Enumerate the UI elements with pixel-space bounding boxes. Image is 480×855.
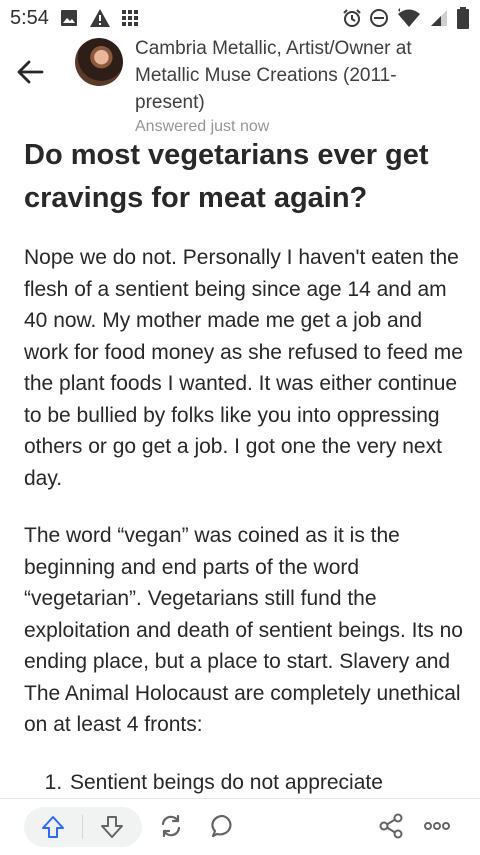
question-title[interactable]: Do most vegetarians ever get cravings fo… (24, 134, 464, 220)
signal-icon (429, 8, 449, 28)
more-button[interactable] (422, 811, 452, 841)
action-bar (0, 798, 480, 855)
status-right (342, 7, 470, 29)
battery-icon (456, 7, 470, 29)
upvote-icon (42, 816, 64, 838)
share-reshare-icon (161, 814, 181, 838)
reshare-button[interactable] (156, 811, 186, 841)
back-arrow-icon (17, 60, 44, 84)
share-icon (379, 813, 403, 839)
more-icon (424, 822, 450, 830)
wifi-icon (396, 8, 422, 28)
downvote-button[interactable] (83, 807, 141, 847)
dnd-icon (369, 8, 389, 28)
back-button[interactable] (14, 56, 46, 88)
status-time: 5:54 (10, 6, 49, 29)
warning-icon (89, 8, 111, 28)
image-icon (59, 8, 79, 28)
downvote-icon (101, 816, 123, 838)
author-credential[interactable]: Cambria Metallic, Artist/Owner at Metall… (135, 35, 465, 116)
share-button[interactable] (376, 811, 406, 841)
answer-body: Nope we do not. Personally I haven't eat… (24, 242, 464, 798)
vote-pill (24, 807, 142, 847)
status-bar: 5:54 (0, 0, 480, 36)
upvote-button[interactable] (24, 807, 82, 847)
answer-list-item: Sentient beings do not appreciate (68, 767, 464, 799)
answer-paragraph: The word “vegan” was coined as it is the… (24, 524, 463, 736)
alarm-icon (342, 8, 362, 28)
status-left: 5:54 (10, 7, 139, 30)
comment-icon (211, 814, 232, 838)
answer-list: Sentient beings do not appreciate (24, 767, 464, 799)
answer-paragraph: Nope we do not. Personally I haven't eat… (24, 246, 463, 490)
comment-button[interactable] (208, 811, 238, 841)
grid-icon (121, 9, 139, 27)
avatar[interactable] (75, 38, 123, 86)
